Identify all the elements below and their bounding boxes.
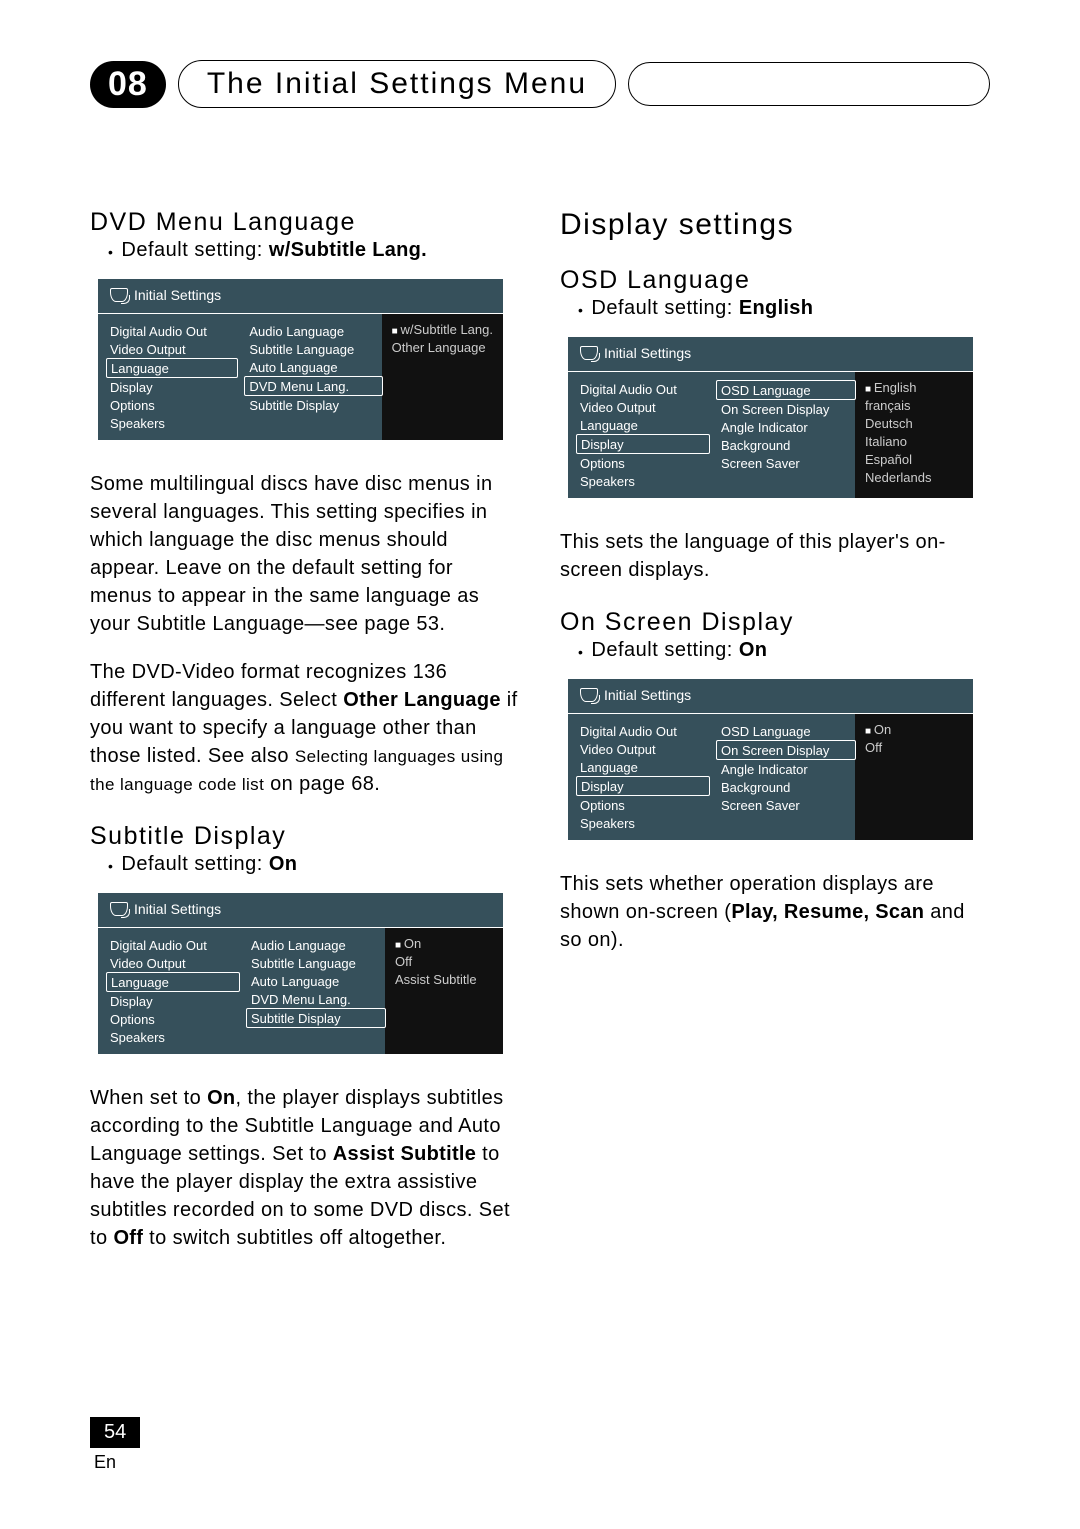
osmenu-left-item: Video Output (106, 340, 229, 358)
osmenu-left-item: Options (106, 1010, 231, 1028)
subtitle-display-heading: Subtitle Display (90, 822, 520, 851)
osmenu-mid-item: Subtitle Display (245, 396, 373, 414)
osmenu-mid-item: Angle Indicator (717, 418, 847, 436)
osmenu-mid-item: Screen Saver (717, 796, 847, 814)
osd-language-heading: OSD Language (560, 266, 990, 295)
osmenu-title-text: Initial Settings (134, 287, 221, 303)
osmenu-left-item: Digital Audio Out (576, 380, 701, 398)
osmenu-left-item: Language (106, 972, 240, 992)
dvd-menu-language-default: • Default setting: w/Subtitle Lang. (90, 239, 520, 265)
on-screen-display-heading: On Screen Display (560, 608, 990, 637)
osmenu-left-item: Video Output (576, 398, 701, 416)
osmenu-left-item: Speakers (576, 814, 701, 832)
bullet-icon: • (90, 853, 113, 879)
page-header: 08 The Initial Settings Menu (90, 60, 990, 108)
osmenu-left-item: Video Output (576, 740, 701, 758)
osmenu-title: Initial Settings (98, 897, 503, 927)
osmenu-left-item: Options (106, 396, 229, 414)
osmenu-left-item: Display (576, 434, 710, 454)
osmenu-mid-item: Audio Language (247, 936, 377, 954)
osmenu-title: Initial Settings (568, 683, 973, 713)
chapter-title: The Initial Settings Menu (178, 60, 616, 108)
osmenu-title: Initial Settings (568, 341, 973, 371)
chapter-number: 08 (90, 61, 166, 108)
page-number: 54 (90, 1417, 140, 1448)
osmenu-mid-item: Subtitle Language (245, 340, 373, 358)
osd-language-diagram: Initial Settings Digital Audio OutVideo O… (568, 337, 973, 498)
osmenu-left-item: Digital Audio Out (106, 322, 229, 340)
osmenu-right-item: On (861, 720, 967, 738)
osmenu-left-item: Speakers (576, 472, 701, 490)
osmenu-mid-item: Screen Saver (717, 454, 847, 472)
display-settings-heading: Display settings (560, 208, 990, 242)
osmenu-right-item: On (391, 934, 497, 952)
osmenu-mid-item: Auto Language (245, 358, 373, 376)
bullet-icon: • (90, 239, 113, 265)
osmenu-left-item: Options (576, 454, 701, 472)
return-icon (110, 288, 128, 302)
osmenu-mid-item: OSD Language (716, 380, 856, 400)
osmenu-right-item: Other Language (388, 338, 497, 356)
osmenu-right-item: Nederlands (861, 468, 967, 486)
on-screen-display-diagram: Initial Settings Digital Audio OutVideo O… (568, 679, 973, 840)
bullet-icon: • (560, 639, 583, 665)
osmenu-title-text: Initial Settings (134, 901, 221, 917)
osmenu-mid-item: Auto Language (247, 972, 377, 990)
return-icon (580, 346, 598, 360)
osmenu-title-text: Initial Settings (604, 345, 691, 361)
osmenu-mid-item: DVD Menu Lang. (247, 990, 377, 1008)
return-icon (580, 688, 598, 702)
osmenu-left-item: Video Output (106, 954, 231, 972)
osmenu-right-item: Italiano (861, 432, 967, 450)
osmenu-mid-item: Subtitle Display (246, 1008, 386, 1028)
osd-language-paragraph: This sets the language of this player's … (560, 528, 990, 584)
osmenu-left-item: Language (576, 758, 701, 776)
osmenu-right-item: Español (861, 450, 967, 468)
osmenu-mid-item: Audio Language (245, 322, 373, 340)
osmenu-left-item: Language (576, 416, 701, 434)
bullet-icon: • (560, 297, 583, 323)
return-icon (110, 902, 128, 916)
osmenu-right-item: w/Subtitle Lang. (388, 320, 497, 338)
osmenu-left-item: Digital Audio Out (576, 722, 701, 740)
osmenu-mid-item: Subtitle Language (247, 954, 377, 972)
osmenu-mid-item: DVD Menu Lang. (244, 376, 382, 396)
osd-language-default: • Default setting: English (560, 297, 990, 323)
osmenu-right-item: Assist Subtitle (391, 970, 497, 988)
osmenu-left-item: Digital Audio Out (106, 936, 231, 954)
osmenu-mid-item: On Screen Display (717, 400, 847, 418)
page-footer: 54 En (90, 1417, 140, 1473)
osmenu-left-item: Options (576, 796, 701, 814)
osmenu-right-item: Off (861, 738, 967, 756)
osmenu-left-item: Display (106, 378, 229, 396)
osmenu-right-item: français (861, 396, 967, 414)
osmenu-right-item: Deutsch (861, 414, 967, 432)
dvd-menu-language-paragraph-2: The DVD-Video format recognizes 136 diff… (90, 658, 520, 798)
dvd-menu-language-diagram: Initial Settings Digital Audio OutVideo O… (98, 279, 503, 440)
osmenu-title-text: Initial Settings (604, 687, 691, 703)
subtitle-display-default: • Default setting: On (90, 853, 520, 879)
osmenu-right-item: English (861, 378, 967, 396)
osmenu-left-item: Speakers (106, 414, 229, 432)
osmenu-mid-item: OSD Language (717, 722, 847, 740)
dvd-menu-language-heading: DVD Menu Language (90, 208, 520, 237)
on-screen-display-default: • Default setting: On (560, 639, 990, 665)
osmenu-mid-item: On Screen Display (716, 740, 856, 760)
osmenu-mid-item: Background (717, 778, 847, 796)
osmenu-left-item: Display (106, 992, 231, 1010)
osmenu-mid-item: Background (717, 436, 847, 454)
header-decoration (628, 62, 990, 106)
osmenu-mid-item: Angle Indicator (717, 760, 847, 778)
osmenu-title: Initial Settings (98, 283, 503, 313)
page-language: En (90, 1452, 140, 1473)
on-screen-display-paragraph: This sets whether operation displays are… (560, 870, 990, 954)
osmenu-left-item: Display (576, 776, 710, 796)
subtitle-display-diagram: Initial Settings Digital Audio OutVideo O… (98, 893, 503, 1054)
osmenu-right-item: Off (391, 952, 497, 970)
dvd-menu-language-paragraph-1: Some multilingual discs have disc menus … (90, 470, 520, 638)
osmenu-left-item: Speakers (106, 1028, 231, 1046)
subtitle-display-paragraph: When set to On, the player displays subt… (90, 1084, 520, 1252)
osmenu-left-item: Language (106, 358, 238, 378)
